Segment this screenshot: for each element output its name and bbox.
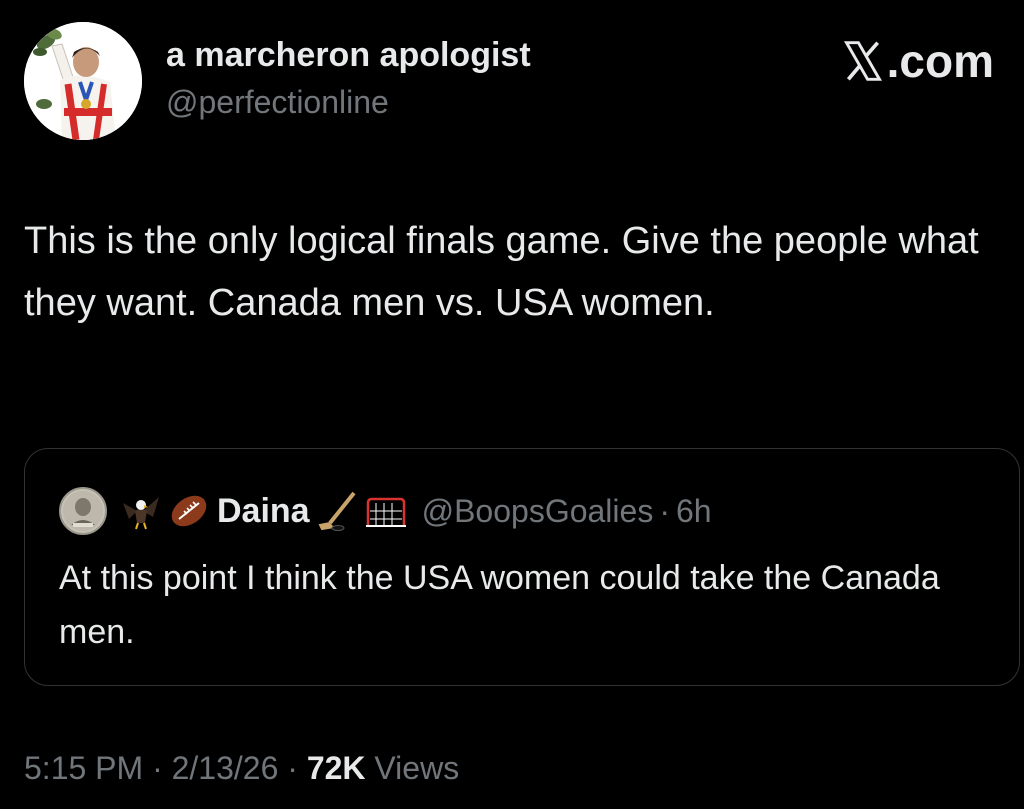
quote-author-handle[interactable]: @BoopsGoalies [422,493,654,530]
post-date[interactable]: 2/13/26 [172,750,279,786]
quote-tweet-card[interactable]: Daina @BoopsGoalies · 6h At this point I… [24,448,1020,686]
portrait-coin-icon [63,491,103,531]
quote-header: Daina @BoopsGoalies · 6h [59,487,712,535]
hockey-player-photo-icon [24,22,142,140]
author-handle[interactable]: @perfectionline [166,84,389,121]
tweet-meta: 5:15 PM · 2/13/26 · 72K Views [24,750,459,787]
tweet-screenshot: a marcheron apologist @perfectionline .c… [0,0,1024,809]
football-emoji-icon [171,495,207,527]
author-avatar[interactable] [24,22,142,140]
quote-separator: · [659,492,670,529]
views-label: Views [374,750,460,786]
goal-net-emoji-icon [365,497,406,527]
brand-suffix: .com [886,35,994,87]
quote-author-name[interactable]: Daina [217,492,310,531]
meta-separator: · [152,750,163,786]
views-count[interactable]: 72K [307,750,366,786]
quote-text: At this point I think the USA women coul… [59,559,940,651]
eagle-emoji-icon [123,497,159,530]
x-logo-icon [843,41,882,81]
meta-separator: · [287,750,298,786]
post-time[interactable]: 5:15 PM [24,750,143,786]
brand-watermark: .com [841,34,994,88]
quote-timestamp[interactable]: 6h [676,493,712,530]
hockey-stick-emoji-icon [318,491,356,531]
quote-author-avatar[interactable] [59,487,107,535]
tweet-text: This is the only logical finals game. Gi… [24,220,979,324]
author-name[interactable]: a marcheron apologist [166,36,531,75]
